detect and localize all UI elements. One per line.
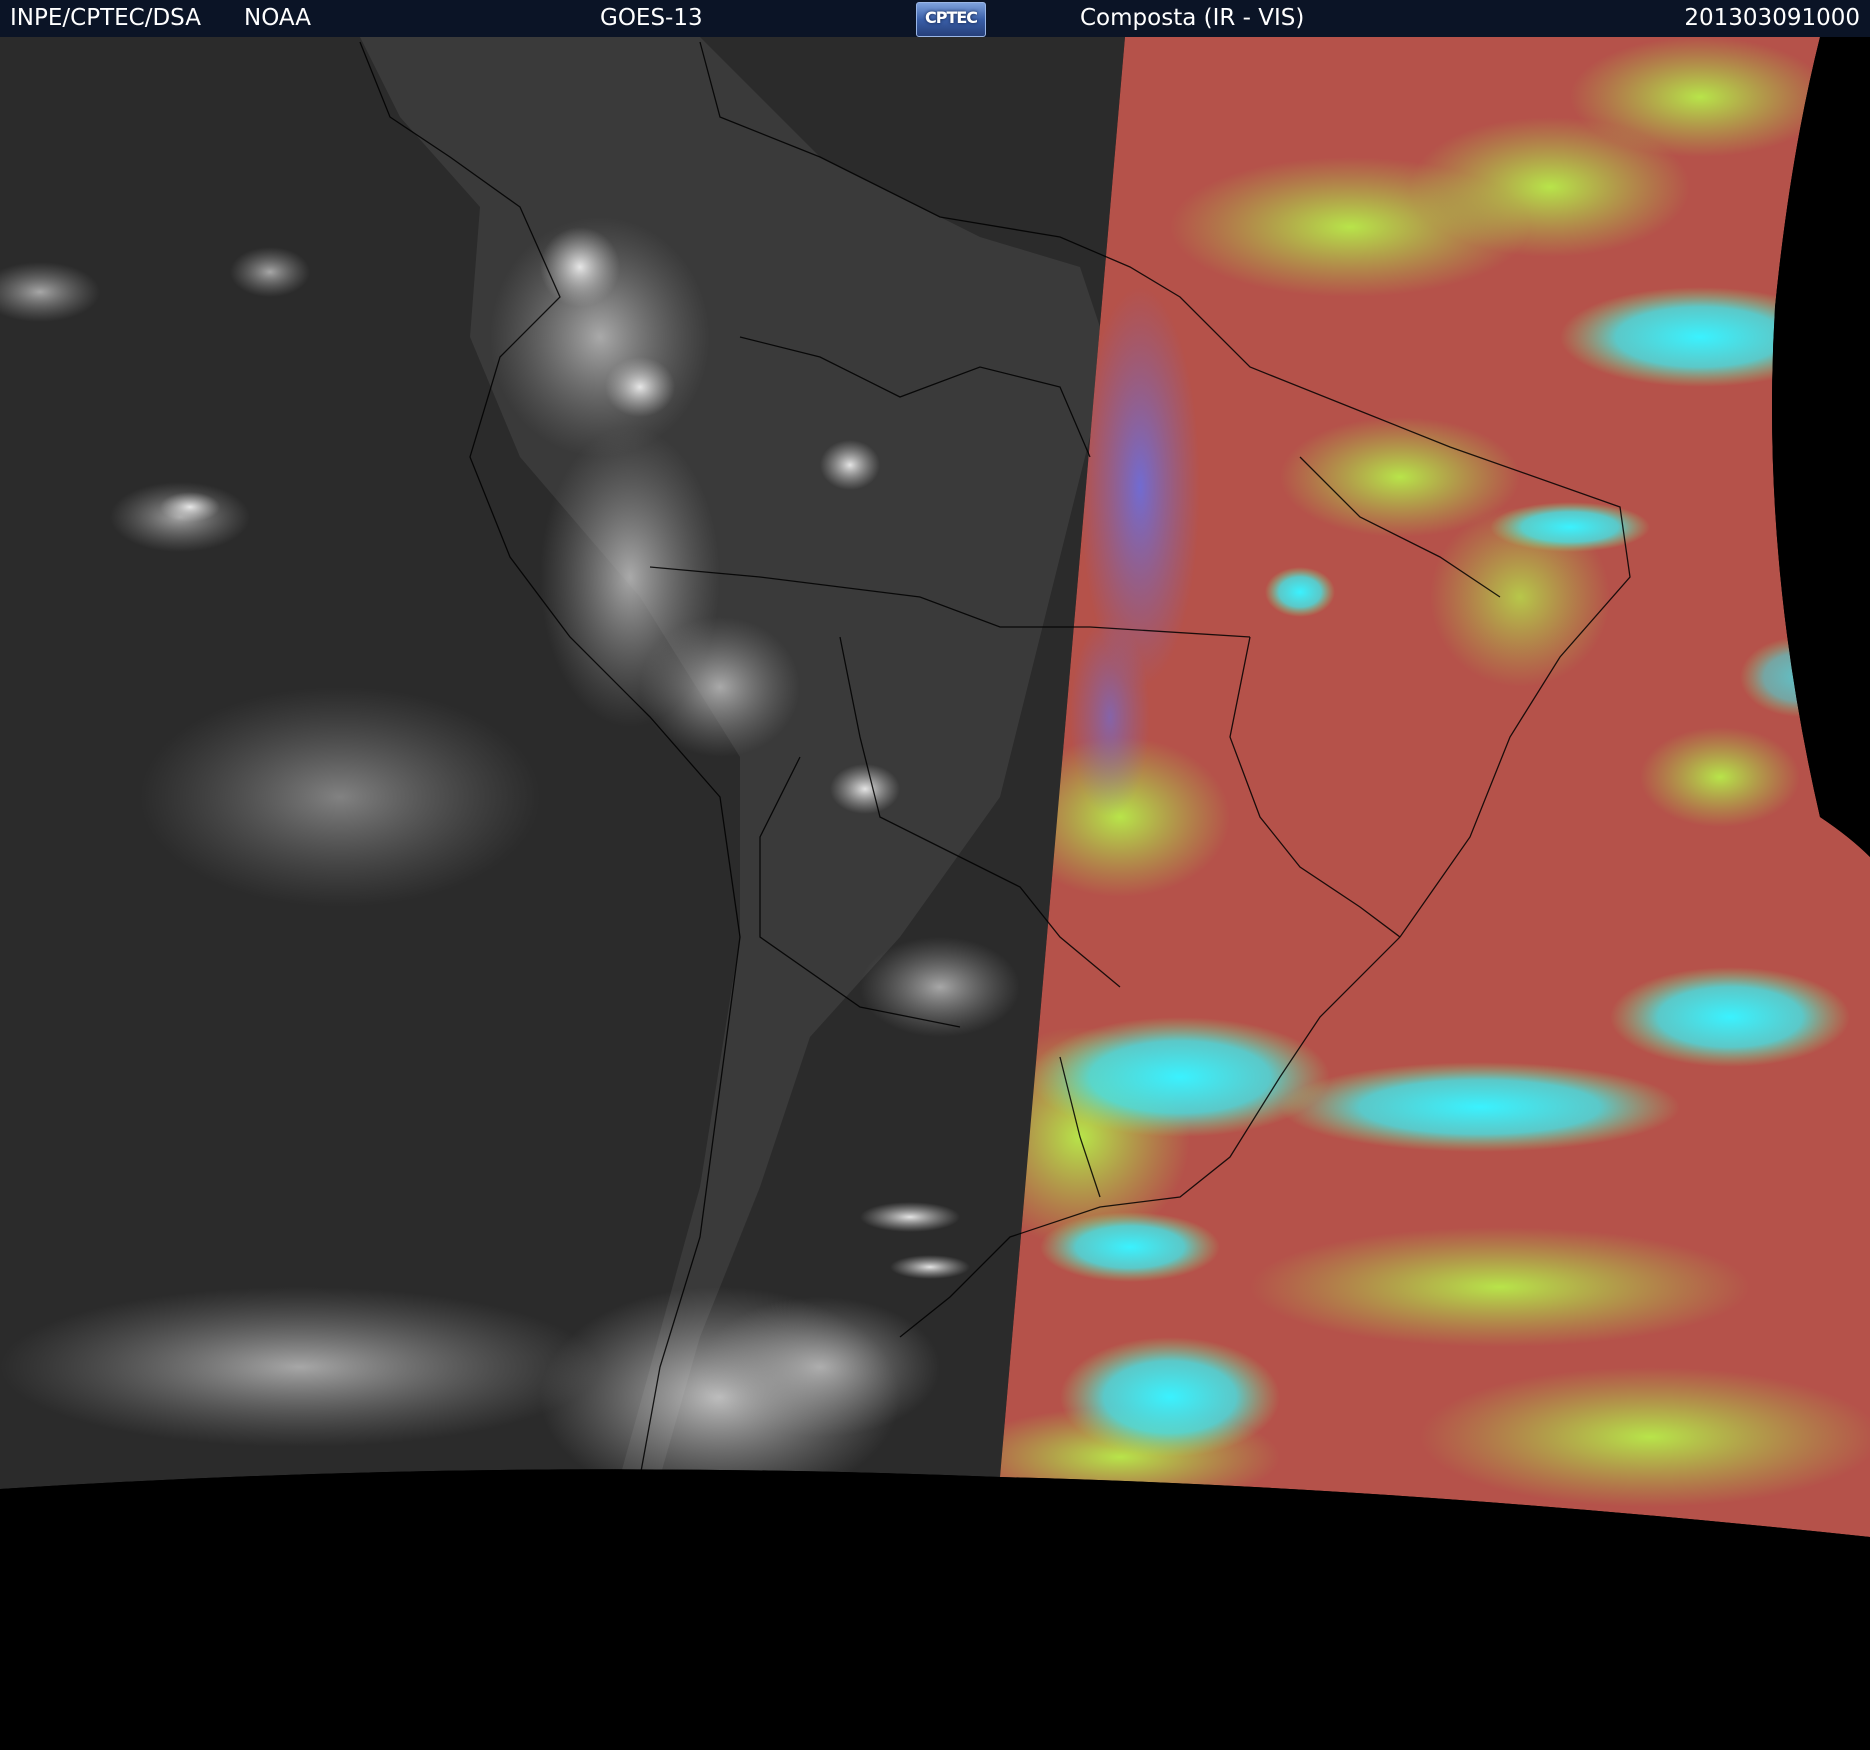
image-header-bar: INPE/CPTEC/DSA NOAA GOES-13 CPTEC Compos…: [0, 0, 1870, 37]
datetime-label: 201303091000: [1684, 5, 1860, 31]
product-label: Composta (IR - VIS): [1080, 5, 1305, 31]
satellite-composite-image: [0, 37, 1870, 1750]
satellite-image-page: INPE/CPTEC/DSA NOAA GOES-13 CPTEC Compos…: [0, 0, 1870, 1750]
source-label: NOAA: [244, 5, 312, 31]
agency-label: INPE/CPTEC/DSA: [10, 5, 201, 31]
satellite-label: GOES-13: [600, 5, 703, 31]
cptec-logo: CPTEC: [916, 2, 986, 37]
